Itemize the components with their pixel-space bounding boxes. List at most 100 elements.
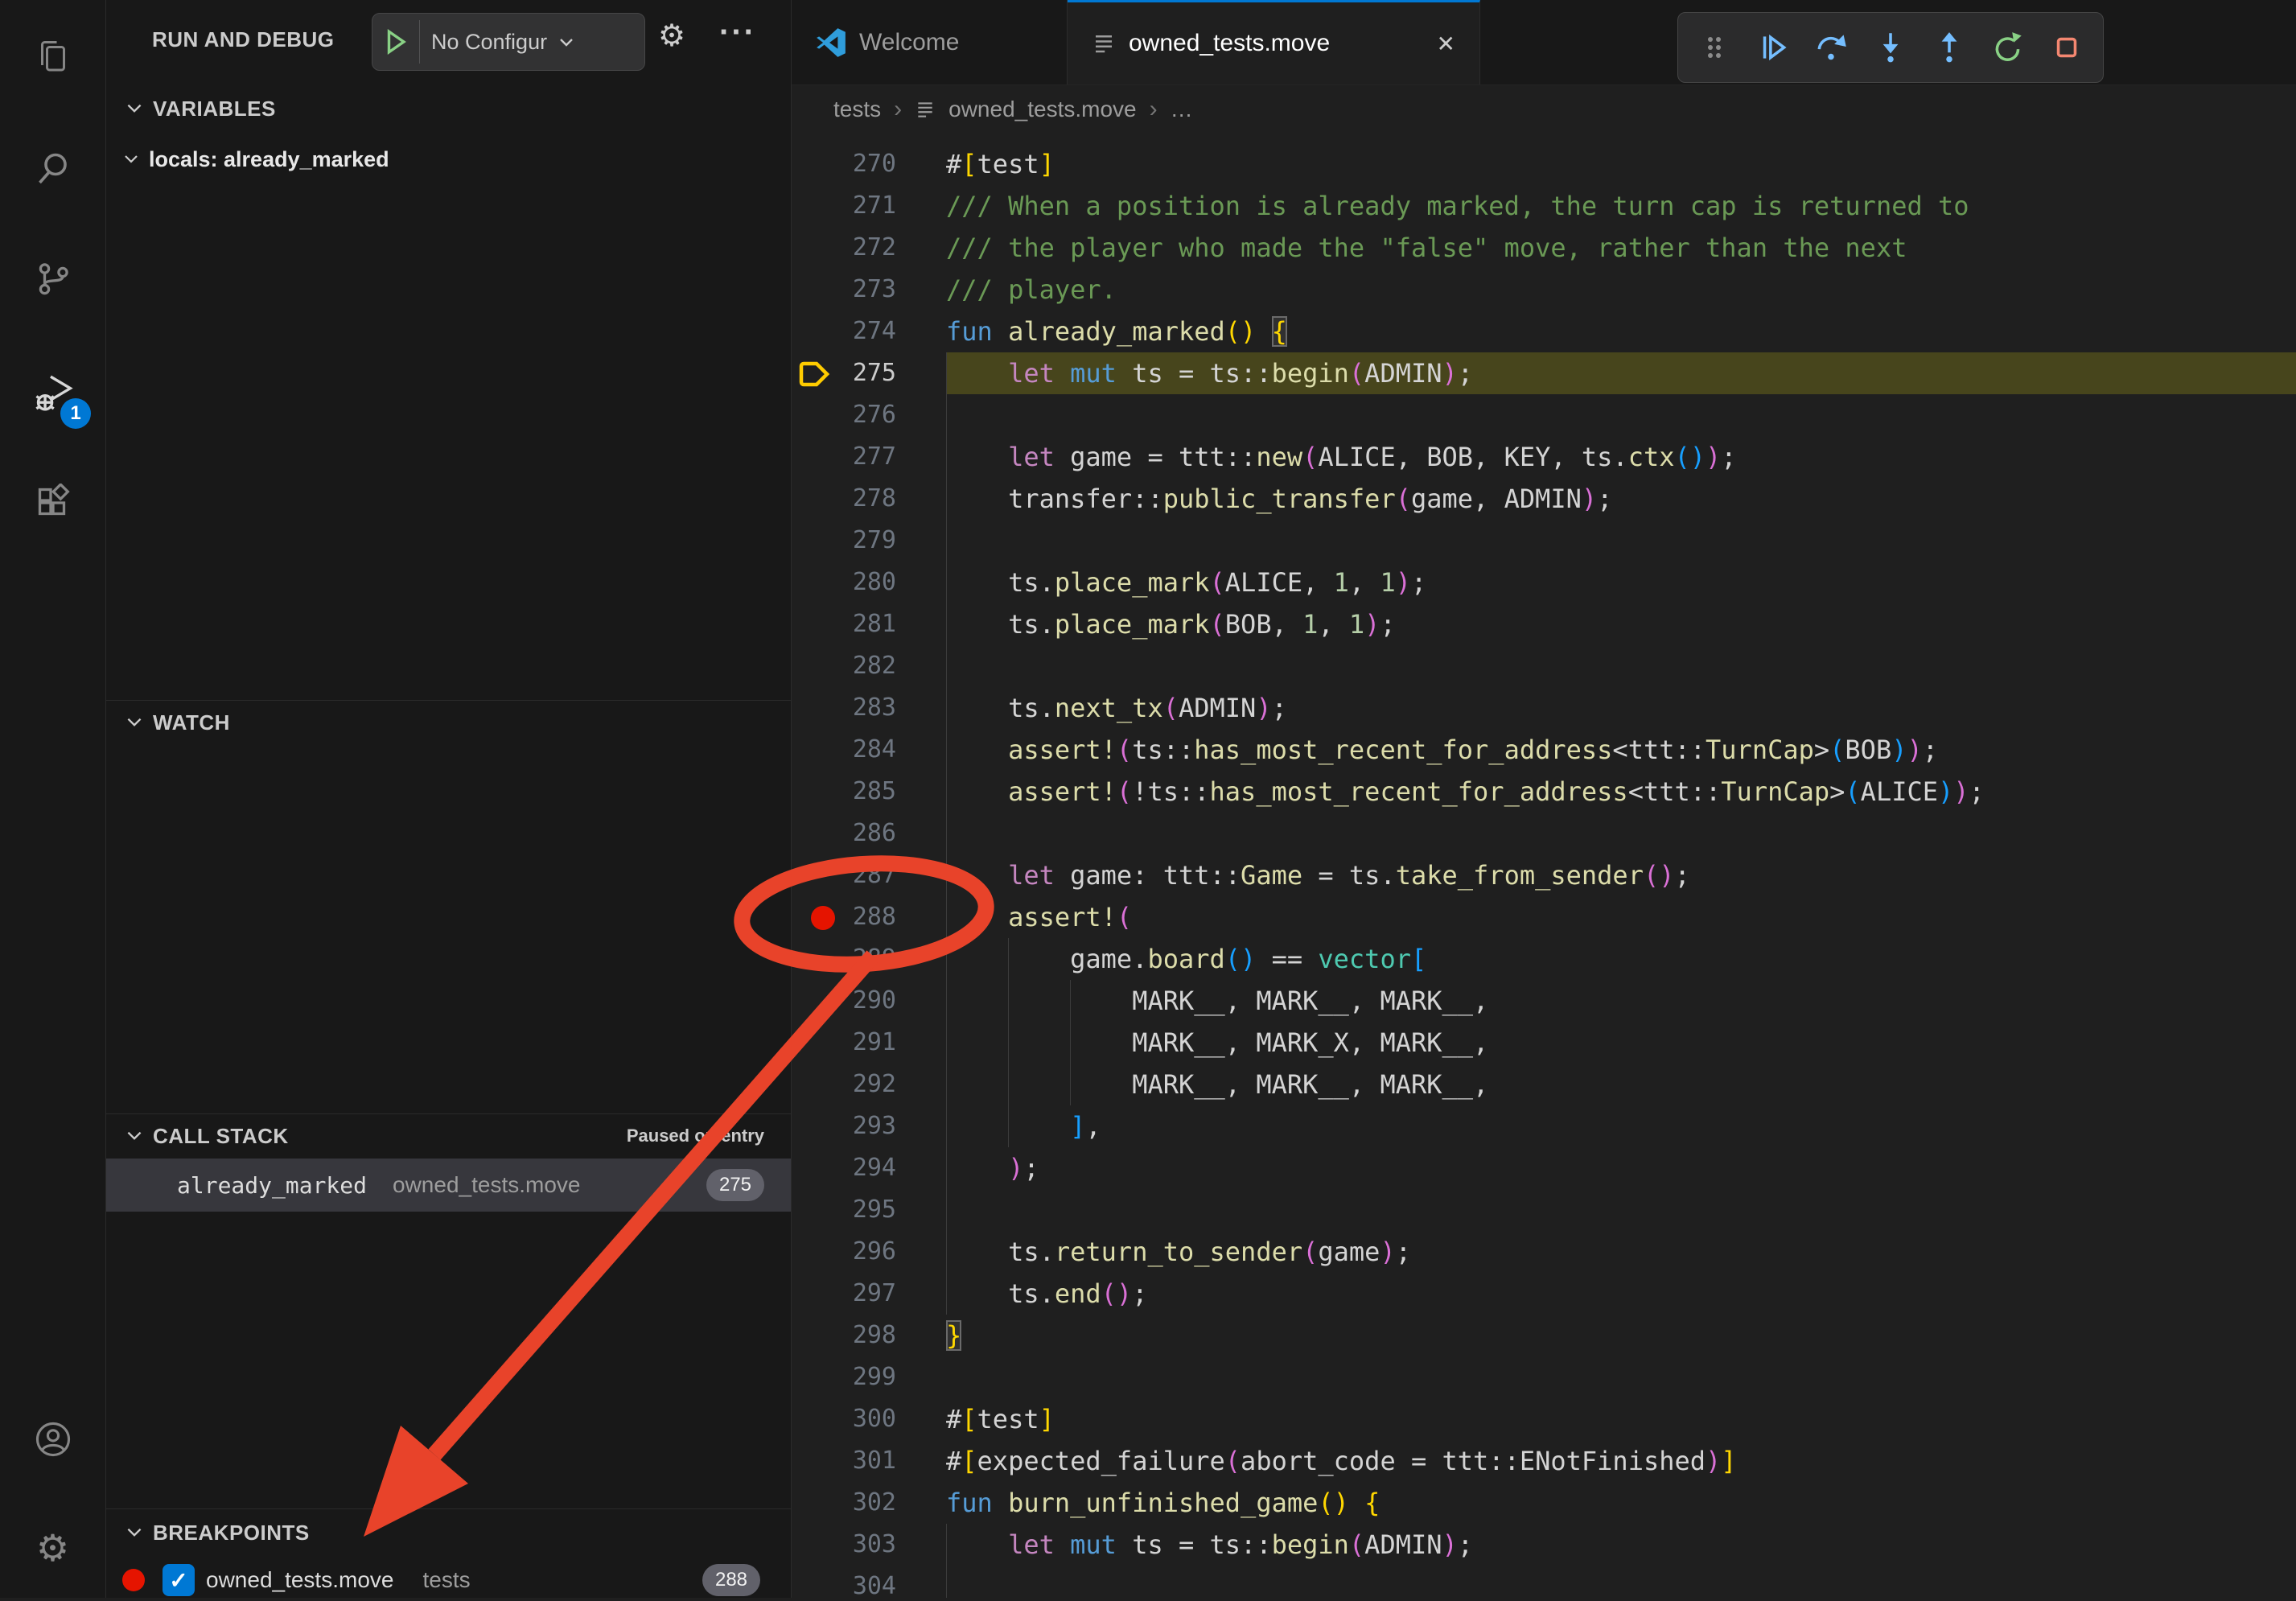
code-text[interactable]: MARK__, MARK_X, MARK__, [946, 1022, 2296, 1064]
line-number[interactable]: 302 [792, 1482, 896, 1524]
line-number[interactable]: 292 [792, 1064, 896, 1105]
code-text[interactable]: ts.next_tx(ADMIN); [946, 687, 2296, 729]
code-text[interactable]: #[expected_failure(abort_code = ttt::ENo… [946, 1440, 2296, 1482]
code-text[interactable]: let game: ttt::Game = ts.take_from_sende… [946, 854, 2296, 896]
line-number[interactable]: 287 [792, 854, 896, 896]
code-text[interactable]: #[test] [946, 1398, 2296, 1440]
step-over-icon[interactable] [1808, 23, 1856, 72]
debug-config-dropdown[interactable]: No Configur [372, 13, 645, 71]
breadcrumb-file[interactable]: owned_tests.move [948, 97, 1136, 122]
step-into-icon[interactable] [1866, 23, 1915, 72]
line-number[interactable]: 284 [792, 729, 896, 771]
settings-gear-icon[interactable]: ⚙ [0, 1504, 105, 1592]
line-number[interactable]: 303 [792, 1524, 896, 1566]
code-text[interactable]: ts.return_to_sender(game); [946, 1231, 2296, 1273]
code-text[interactable]: transfer::public_transfer(game, ADMIN); [946, 478, 2296, 520]
code-text[interactable]: assert!( [946, 896, 2296, 938]
line-number[interactable]: 281 [792, 603, 896, 645]
more-actions-icon[interactable]: ··· [719, 14, 756, 51]
breakpoint-list-item[interactable]: ✓ owned_tests.move tests 288 [106, 1559, 791, 1601]
toolbar-drag-grip[interactable] [1690, 23, 1738, 72]
source-control-icon[interactable] [0, 234, 105, 323]
code-text[interactable] [946, 1566, 2296, 1598]
tab-welcome[interactable]: Welcome [792, 0, 1068, 84]
breadcrumb-symbol[interactable]: … [1171, 97, 1193, 122]
code-text[interactable] [946, 394, 2296, 436]
code-text[interactable]: #[test] [946, 143, 2296, 185]
step-out-icon[interactable] [1925, 23, 1973, 72]
code-text[interactable]: /// When a position is already marked, t… [946, 185, 2296, 227]
section-watch[interactable]: WATCH [106, 701, 791, 744]
code-text[interactable] [946, 1356, 2296, 1398]
extensions-icon[interactable] [0, 459, 105, 547]
code-text[interactable]: MARK__, MARK__, MARK__, [946, 1064, 2296, 1105]
code-text[interactable]: MARK__, MARK__, MARK__, [946, 980, 2296, 1022]
continue-icon[interactable] [1749, 23, 1797, 72]
code-text[interactable]: game.board() == vector[ [946, 938, 2296, 980]
code-text[interactable]: ); [946, 1147, 2296, 1189]
line-number[interactable]: 279 [792, 520, 896, 562]
line-number[interactable]: 299 [792, 1356, 896, 1398]
line-number[interactable]: 296 [792, 1231, 896, 1273]
line-number[interactable]: 278 [792, 478, 896, 520]
line-number[interactable]: 276 [792, 394, 896, 436]
code-text[interactable]: ts.end(); [946, 1273, 2296, 1315]
code-text[interactable]: assert!(ts::has_most_recent_for_address<… [946, 729, 2296, 771]
code-text[interactable] [946, 1189, 2296, 1231]
debug-settings-gear-icon[interactable]: ⚙ [658, 18, 685, 54]
line-number[interactable]: 295 [792, 1189, 896, 1231]
code-text[interactable]: ], [946, 1105, 2296, 1147]
breakpoint-enabled-checkbox[interactable]: ✓ [163, 1564, 195, 1596]
code-text[interactable]: let mut ts = ts::begin(ADMIN); [946, 352, 2296, 394]
line-number[interactable]: 298 [792, 1315, 896, 1356]
line-number[interactable]: 282 [792, 645, 896, 687]
variables-scope-row[interactable]: locals: already_marked [106, 138, 791, 180]
code-text[interactable]: /// player. [946, 269, 2296, 311]
code-text[interactable] [946, 520, 2296, 562]
line-number[interactable]: 273 [792, 269, 896, 311]
section-breakpoints[interactable]: BREAKPOINTS [106, 1511, 791, 1554]
code-text[interactable]: assert!(!ts::has_most_recent_for_address… [946, 771, 2296, 813]
explorer-icon[interactable] [0, 11, 105, 100]
line-number[interactable]: 286 [792, 813, 896, 854]
line-number[interactable]: 288 [792, 896, 896, 938]
tab-owned-tests-move[interactable]: owned_tests.move ✕ [1068, 0, 1480, 84]
section-call-stack[interactable]: CALL STACK Paused on entry [106, 1114, 791, 1158]
code-text[interactable]: /// the player who made the "false" move… [946, 227, 2296, 269]
line-number[interactable]: 293 [792, 1105, 896, 1147]
line-number[interactable]: 294 [792, 1147, 896, 1189]
code-editor[interactable]: 270#[test]271/// When a position is alre… [792, 134, 2296, 1598]
code-text[interactable]: fun burn_unfinished_game() { [946, 1482, 2296, 1524]
code-text[interactable]: ts.place_mark(BOB, 1, 1); [946, 603, 2296, 645]
code-text[interactable] [946, 813, 2296, 854]
line-number[interactable]: 270 [792, 143, 896, 185]
line-number[interactable]: 297 [792, 1273, 896, 1315]
line-number[interactable]: 290 [792, 980, 896, 1022]
line-number[interactable]: 283 [792, 687, 896, 729]
breadcrumb-folder[interactable]: tests [833, 97, 881, 122]
code-text[interactable]: let game = ttt::new(ALICE, BOB, KEY, ts.… [946, 436, 2296, 478]
line-number[interactable]: 280 [792, 562, 896, 603]
code-text[interactable]: ts.place_mark(ALICE, 1, 1); [946, 562, 2296, 603]
account-icon[interactable] [0, 1395, 105, 1484]
search-icon[interactable] [0, 124, 105, 212]
code-text[interactable] [946, 645, 2296, 687]
line-number[interactable]: 274 [792, 311, 896, 352]
start-debug-icon[interactable] [384, 28, 408, 56]
line-number[interactable]: 301 [792, 1440, 896, 1482]
restart-icon[interactable] [1984, 23, 2032, 72]
code-text[interactable]: let mut ts = ts::begin(ADMIN); [946, 1524, 2296, 1566]
code-text[interactable]: } [946, 1315, 2296, 1356]
line-number[interactable]: 291 [792, 1022, 896, 1064]
line-number[interactable]: 304 [792, 1566, 896, 1598]
code-text[interactable]: fun already_marked() { [946, 311, 2296, 352]
run-and-debug-icon[interactable]: 1 [0, 348, 105, 437]
line-number[interactable]: 289 [792, 938, 896, 980]
call-stack-frame-row[interactable]: already_marked owned_tests.move 275 [106, 1159, 791, 1212]
section-variables[interactable]: VARIABLES [106, 87, 791, 130]
stop-icon[interactable] [2043, 23, 2091, 72]
line-number[interactable]: 285 [792, 771, 896, 813]
breakpoint-glyph-icon[interactable] [811, 906, 835, 930]
line-number[interactable]: 277 [792, 436, 896, 478]
line-number[interactable]: 300 [792, 1398, 896, 1440]
